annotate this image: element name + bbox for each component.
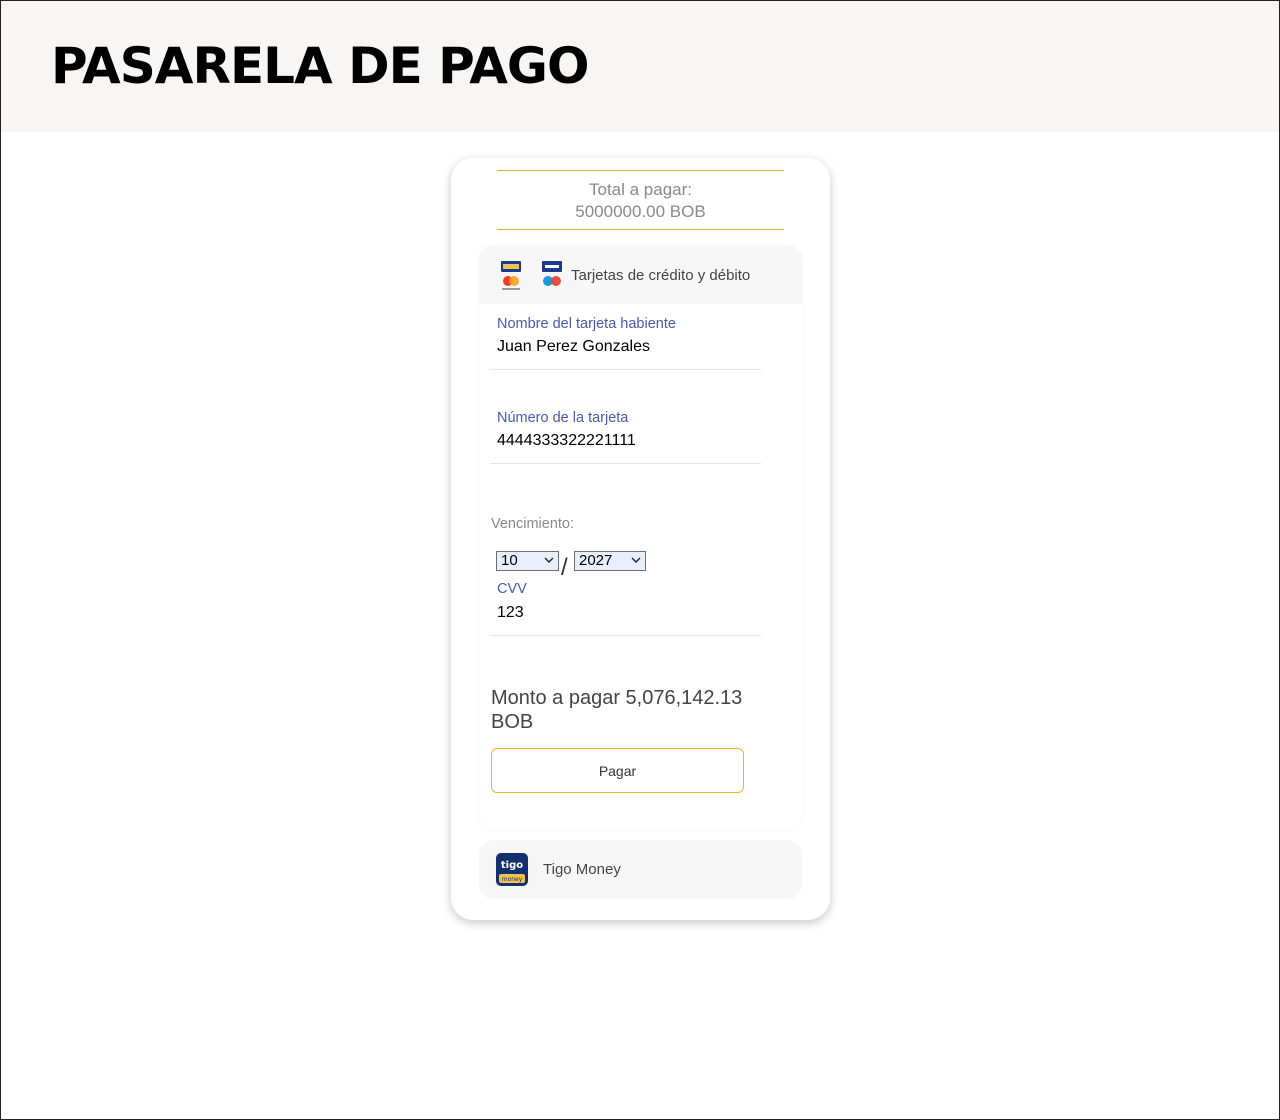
expiry-year-value: 2027 — [579, 552, 613, 569]
card-number-field[interactable]: Número de la tarjeta 4444333322221111 — [490, 398, 761, 464]
expiry-label: Vencimiento: — [491, 516, 575, 532]
total-value: 5000000.00 BOB — [575, 202, 706, 221]
pay-button[interactable]: Pagar — [491, 748, 744, 793]
cardholder-name-field[interactable]: Nombre del tarjeta habiente Juan Perez G… — [490, 304, 761, 370]
card-number-input[interactable]: 4444333322221111 — [497, 432, 636, 450]
svg-text:tigo: tigo — [501, 860, 523, 871]
cvv-field[interactable]: CVV 123 — [490, 571, 761, 636]
card-logos — [499, 260, 567, 292]
payment-card: Total a pagar: 5000000.00 BOB Tarjetas d… — [451, 158, 830, 920]
cvv-label: CVV — [497, 581, 527, 597]
total-summary: Total a pagar: 5000000.00 BOB — [497, 170, 784, 230]
page-title: PASARELA DE PAGO — [51, 37, 589, 95]
cards-section: Tarjetas de crédito y débito Nombre del … — [479, 246, 802, 829]
cards-section-title: Tarjetas de crédito y débito — [571, 267, 751, 284]
header-bar: PASARELA DE PAGO — [1, 1, 1279, 132]
total-label: Total a pagar: — [588, 180, 692, 199]
chevron-down-icon — [544, 557, 554, 563]
card-number-label: Número de la tarjeta — [497, 410, 629, 426]
tigo-money-section[interactable]: tigo money Tigo Money — [479, 840, 802, 899]
expiry-month-select[interactable]: 10 — [496, 551, 559, 571]
amount-to-pay: Monto a pagar 5,076,142.13 BOB — [491, 687, 743, 733]
visa-mastercard-logo-icon — [501, 261, 521, 290]
cardholder-name-label: Nombre del tarjeta habiente — [497, 316, 676, 332]
expiry-year-select[interactable]: 2027 — [574, 551, 646, 571]
cardholder-name-input[interactable]: Juan Perez Gonzales — [497, 338, 650, 356]
tigo-money-title: Tigo Money — [543, 861, 621, 878]
tigo-money-logo-icon: tigo money — [496, 853, 528, 886]
cards-section-header[interactable]: Tarjetas de crédito y débito — [479, 246, 802, 304]
cvv-input[interactable]: 123 — [497, 604, 524, 622]
svg-text:money: money — [502, 876, 523, 883]
visa-maestro-logo-icon — [542, 261, 562, 286]
expiry-month-value: 10 — [501, 552, 518, 569]
chevron-down-icon — [631, 557, 641, 563]
